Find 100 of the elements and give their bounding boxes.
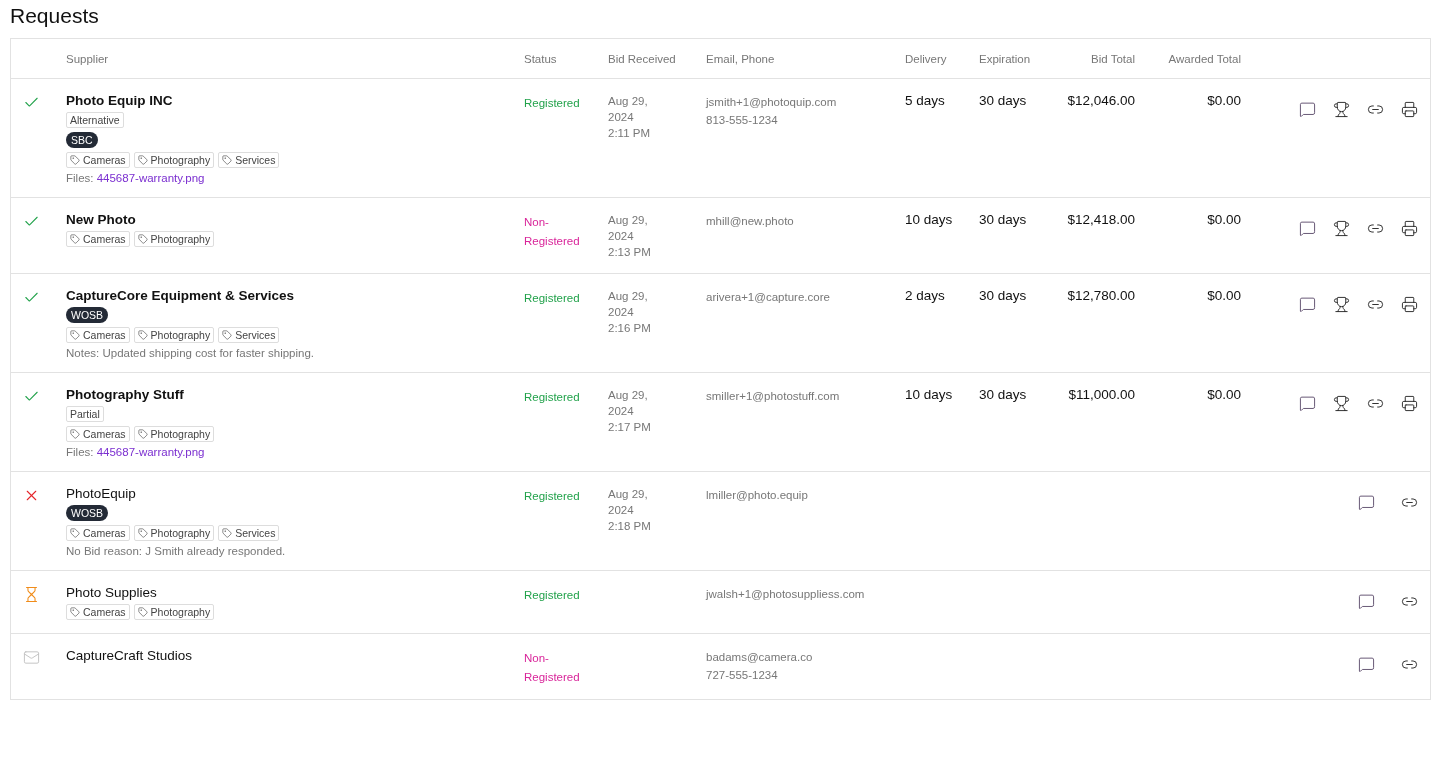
column-header: Email, Phone	[706, 52, 775, 65]
delivery-text: 10 days	[905, 212, 953, 227]
bid-type-label: Alternative	[66, 112, 124, 128]
comment-button[interactable]	[1299, 395, 1316, 412]
supplier-name: PhotoEquip	[66, 486, 136, 501]
delivery-text: 2 days	[905, 288, 945, 303]
contact-text: mhill@new.photo	[706, 214, 794, 229]
bid-received-text: Aug 29,	[608, 94, 648, 109]
printer-button[interactable]	[1401, 296, 1418, 313]
trophy-button[interactable]	[1333, 101, 1350, 118]
category-tag: Photography	[133, 327, 215, 343]
files-line: Files: 445687-warranty.png	[66, 446, 205, 458]
category-tag: Photography	[133, 152, 215, 168]
contact-text: 813-555-1234	[706, 113, 778, 128]
bid-received-text: 2024	[608, 229, 634, 244]
tag-icon	[137, 330, 148, 340]
tag-icon	[137, 528, 148, 538]
contact-text: 727-555-1234	[706, 668, 778, 683]
contact-text: smiller+1@photostuff.com	[706, 389, 840, 404]
printer-button[interactable]	[1401, 101, 1418, 118]
comment-button[interactable]	[1358, 656, 1375, 673]
files-line: Files: 445687-warranty.png	[66, 172, 205, 184]
note-text: No Bid reason: J Smith already responded.	[66, 545, 286, 557]
expiration-text: 30 days	[979, 387, 1027, 402]
registration-status: Registered	[524, 490, 581, 502]
supplier-name: Photo Equip INC	[66, 93, 173, 108]
contact-text: badams@camera.co	[706, 650, 813, 665]
category-tag: Services	[218, 152, 280, 168]
bid-type-label: Partial	[66, 406, 104, 422]
bid-total: $12,780.00	[1067, 288, 1136, 303]
registration-status: Registered	[524, 391, 581, 403]
comment-button[interactable]	[1358, 593, 1375, 610]
registration-status: Registered	[524, 292, 581, 304]
tag-icon	[70, 234, 80, 244]
column-header: Status	[524, 52, 557, 65]
tag-icon	[70, 155, 80, 165]
comment-button[interactable]	[1358, 494, 1375, 511]
trophy-button[interactable]	[1333, 395, 1350, 412]
bid-received-text: 2:13 PM	[608, 245, 651, 260]
bid-received-text: Aug 29,	[608, 487, 648, 502]
category-tag: Services	[218, 525, 280, 541]
tag-icon	[70, 330, 80, 340]
contact-text: jsmith+1@photoquip.com	[706, 95, 837, 110]
printer-button[interactable]	[1401, 220, 1418, 237]
file-link[interactable]: 445687-warranty.png	[96, 446, 205, 458]
file-link[interactable]: 445687-warranty.png	[96, 172, 205, 184]
category-tag: Cameras	[66, 327, 130, 343]
supplier-name: Photography Stuff	[66, 387, 184, 402]
contact-text: arivera+1@capture.core	[706, 290, 830, 305]
bid-received-text: 2024	[608, 305, 634, 320]
bid-received-text: 2:16 PM	[608, 321, 651, 336]
bid-total: $12,418.00	[1067, 212, 1136, 227]
certification-badge: SBC	[66, 132, 98, 148]
tag-icon	[70, 429, 80, 439]
awarded-total: $0.00	[1207, 93, 1242, 108]
trophy-button[interactable]	[1333, 296, 1350, 313]
column-header: Bid Total	[1091, 52, 1136, 65]
supplier-name: Photo Supplies	[66, 585, 157, 600]
tag-icon	[222, 528, 233, 538]
certification-badge: WOSB	[66, 505, 109, 521]
category-tag: Cameras	[66, 426, 130, 442]
tag-icon	[137, 429, 148, 439]
tag-icon	[70, 607, 80, 617]
comment-button[interactable]	[1299, 296, 1316, 313]
comment-button[interactable]	[1299, 220, 1316, 237]
column-header: Delivery	[905, 52, 947, 65]
bid-received-text: 2:17 PM	[608, 420, 651, 435]
expiration-text: 30 days	[979, 93, 1027, 108]
bid-received-text: Aug 29,	[608, 289, 648, 304]
category-tag: Cameras	[66, 152, 130, 168]
column-header: Bid Received	[608, 52, 676, 65]
bid-received-text: 2:18 PM	[608, 519, 651, 534]
contact-text: lmiller@photo.equip	[706, 488, 808, 503]
delivery-text: 5 days	[905, 93, 945, 108]
tag-icon	[70, 528, 80, 538]
tag-icon	[222, 330, 233, 340]
registration-status: Non-Registered	[524, 652, 581, 683]
category-tag: Cameras	[66, 231, 130, 247]
category-tag: Photography	[133, 231, 215, 247]
bid-total: $12,046.00	[1067, 93, 1136, 108]
tag-icon	[137, 155, 148, 165]
column-header: Expiration	[979, 52, 1031, 65]
bid-total: $11,000.00	[1068, 387, 1136, 402]
awarded-total: $0.00	[1207, 387, 1242, 402]
category-tag: Services	[218, 327, 280, 343]
trophy-button[interactable]	[1333, 220, 1350, 237]
registration-status: Registered	[524, 97, 581, 109]
bid-received-text: Aug 29,	[608, 213, 648, 228]
registration-status: Registered	[524, 589, 581, 601]
expiration-text: 30 days	[979, 212, 1027, 227]
printer-button[interactable]	[1401, 395, 1418, 412]
tag-icon	[137, 607, 148, 617]
registration-status: Non-Registered	[524, 216, 581, 247]
column-header: Awarded Total	[1168, 52, 1242, 65]
awarded-total: $0.00	[1207, 212, 1242, 227]
comment-button[interactable]	[1299, 101, 1316, 118]
category-tag: Photography	[133, 525, 215, 541]
delivery-text: 10 days	[905, 387, 953, 402]
bid-received-text: 2:11 PM	[608, 126, 650, 141]
supplier-name: New Photo	[66, 212, 136, 227]
